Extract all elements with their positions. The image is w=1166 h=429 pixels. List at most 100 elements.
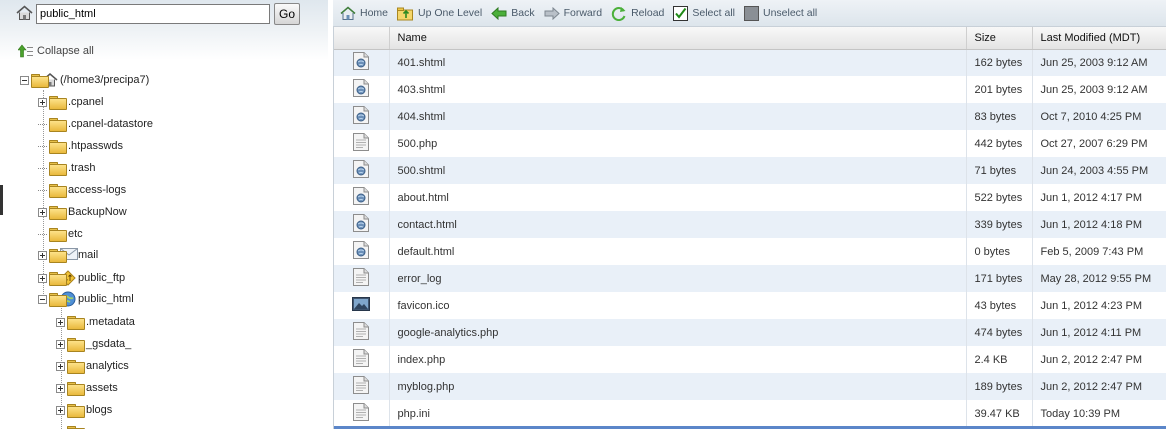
column-header-modified[interactable]: Last Modified (MDT)	[1032, 27, 1166, 50]
tree-root[interactable]: (/home3/precipa7)	[20, 71, 149, 89]
tree-item-trash[interactable]: .trash	[38, 159, 96, 177]
tree-item-mail[interactable]: mail	[38, 246, 98, 264]
table-row[interactable]: default.html 0 bytes Feb 5, 2009 7:43 PM	[334, 238, 1166, 265]
tree-item-blogs[interactable]: blogs	[56, 401, 112, 419]
expand-toggle[interactable]	[38, 250, 47, 260]
file-icon-cell[interactable]	[334, 238, 390, 265]
tree-item-etc[interactable]: etc	[38, 225, 83, 243]
file-name[interactable]: google-analytics.php	[389, 319, 967, 346]
tree-item-public-ftp[interactable]: public_ftp	[38, 269, 125, 287]
file-icon-cell[interactable]	[334, 211, 390, 238]
tree-item-cpanel[interactable]: .cpanel	[38, 93, 103, 111]
table-row[interactable]: about.html 522 bytes Jun 1, 2012 4:17 PM	[334, 184, 1166, 211]
table-row[interactable]: contact.html 339 bytes Jun 1, 2012 4:18 PM	[334, 211, 1166, 238]
html-file-icon	[353, 79, 370, 100]
tree-item-gsdata[interactable]: _gsdata_	[56, 335, 131, 353]
forward-button[interactable]: Forward	[544, 6, 602, 20]
html-file-icon	[353, 187, 370, 208]
table-row[interactable]: 403.shtml 201 bytes Jun 25, 2003 9:12 AM	[334, 76, 1166, 103]
home-icon[interactable]	[16, 4, 33, 24]
unselect-all-button[interactable]: Unselect all	[743, 5, 817, 21]
file-name[interactable]: contact.html	[389, 211, 967, 238]
column-header-size[interactable]: Size	[966, 27, 1033, 50]
reload-button[interactable]: Reload	[611, 6, 664, 21]
file-size: 171 bytes	[966, 265, 1033, 292]
file-name[interactable]: 500.php	[389, 130, 967, 157]
home-button[interactable]: Home	[340, 6, 388, 21]
file-name[interactable]: about.html	[389, 184, 967, 211]
file-name[interactable]: 403.shtml	[389, 76, 967, 103]
file-name[interactable]: error_log	[389, 265, 967, 292]
file-table: Name Size Last Modified (MDT) 401.shtml 1…	[334, 27, 1166, 427]
file-icon-cell[interactable]	[334, 319, 390, 346]
expand-toggle[interactable]	[56, 383, 65, 393]
column-header-name[interactable]: Name	[389, 27, 967, 50]
table-row[interactable]: favicon.ico 43 bytes Jun 1, 2012 4:23 PM	[334, 292, 1166, 319]
table-row[interactable]: 401.shtml 162 bytes Jun 25, 2003 9:12 AM	[334, 49, 1166, 76]
back-label: Back	[511, 7, 535, 19]
file-icon-cell[interactable]	[334, 184, 390, 211]
file-icon-cell[interactable]	[334, 103, 390, 130]
tree-item-metadata[interactable]: .metadata	[56, 313, 135, 331]
file-name[interactable]: 500.shtml	[389, 157, 967, 184]
file-name[interactable]: 401.shtml	[389, 49, 967, 76]
go-button[interactable]: Go	[274, 3, 300, 25]
collapse-toggle[interactable]	[38, 294, 47, 304]
table-row[interactable]: myblog.php 189 bytes Jun 2, 2012 2:47 PM	[334, 373, 1166, 400]
reload-icon	[611, 6, 626, 21]
file-icon-cell[interactable]	[334, 157, 390, 184]
up-one-level-button[interactable]: Up One Level	[397, 6, 482, 21]
expand-toggle[interactable]	[38, 273, 47, 283]
file-name[interactable]: favicon.ico	[389, 292, 967, 319]
select-all-button[interactable]: Select all	[673, 5, 735, 21]
table-row[interactable]: index.php 2.4 KB Jun 2, 2012 2:47 PM	[334, 346, 1166, 373]
file-name[interactable]: php.ini	[389, 400, 967, 427]
file-icon-cell[interactable]	[334, 400, 390, 427]
tree-item-public-html[interactable]: public_html	[38, 290, 134, 308]
tree-root-label: (/home3/precipa7)	[60, 74, 150, 86]
expand-toggle[interactable]	[56, 317, 65, 327]
collapse-toggle[interactable]	[20, 75, 29, 85]
back-button[interactable]: Back	[491, 6, 535, 20]
file-name[interactable]: default.html	[389, 238, 967, 265]
file-icon-cell[interactable]	[334, 76, 390, 103]
table-header-row: Name Size Last Modified (MDT)	[334, 27, 1166, 50]
expand-toggle[interactable]	[38, 207, 47, 217]
file-icon-cell[interactable]	[334, 130, 390, 157]
path-input[interactable]	[36, 4, 270, 24]
file-icon-cell[interactable]	[334, 346, 390, 373]
file-icon-cell[interactable]	[334, 265, 390, 292]
text-file-icon	[353, 403, 370, 424]
expand-toggle[interactable]	[56, 405, 65, 415]
table-row[interactable]: 500.php 442 bytes Oct 27, 2007 6:29 PM	[334, 130, 1166, 157]
tree-item-assets[interactable]: assets	[56, 379, 118, 397]
file-name[interactable]: myblog.php	[389, 373, 967, 400]
pane-resize-handle[interactable]	[0, 185, 3, 215]
tree-item-access-logs[interactable]: access-logs	[38, 181, 126, 199]
file-list-pane: Home Up One Level Back Forward Reload Se…	[333, 0, 1166, 429]
table-row[interactable]: error_log 171 bytes May 28, 2012 9:55 PM	[334, 265, 1166, 292]
expand-toggle[interactable]	[56, 361, 65, 371]
collapse-all-label: Collapse all	[37, 45, 94, 57]
file-name[interactable]: 404.shtml	[389, 103, 967, 130]
tree-item-analytics[interactable]: analytics	[56, 357, 129, 375]
tree-item-cpanel-datastore[interactable]: .cpanel-datastore	[38, 115, 153, 133]
file-icon-cell[interactable]	[334, 292, 390, 319]
table-row[interactable]: php.ini 39.47 KB Today 10:39 PM	[334, 400, 1166, 427]
tree-item-partial[interactable]	[56, 423, 86, 429]
table-row[interactable]: 500.shtml 71 bytes Jun 24, 2003 4:55 PM	[334, 157, 1166, 184]
expand-toggle[interactable]	[38, 97, 47, 107]
collapse-all-link[interactable]: Collapse all	[18, 44, 94, 58]
tree-item-htpasswds[interactable]: .htpasswds	[38, 137, 123, 155]
file-name[interactable]: index.php	[389, 346, 967, 373]
back-arrow-icon	[491, 6, 507, 20]
file-icon-cell[interactable]	[334, 373, 390, 400]
table-row[interactable]: 404.shtml 83 bytes Oct 7, 2010 4:25 PM	[334, 103, 1166, 130]
column-header-icon	[334, 27, 390, 50]
file-size: 201 bytes	[966, 76, 1033, 103]
tree-item-backupnow[interactable]: BackupNow	[38, 203, 127, 221]
expand-toggle[interactable]	[56, 339, 65, 349]
table-row[interactable]: google-analytics.php 474 bytes Jun 1, 2012…	[334, 319, 1166, 346]
html-file-icon	[353, 52, 370, 73]
file-icon-cell[interactable]	[334, 49, 390, 76]
